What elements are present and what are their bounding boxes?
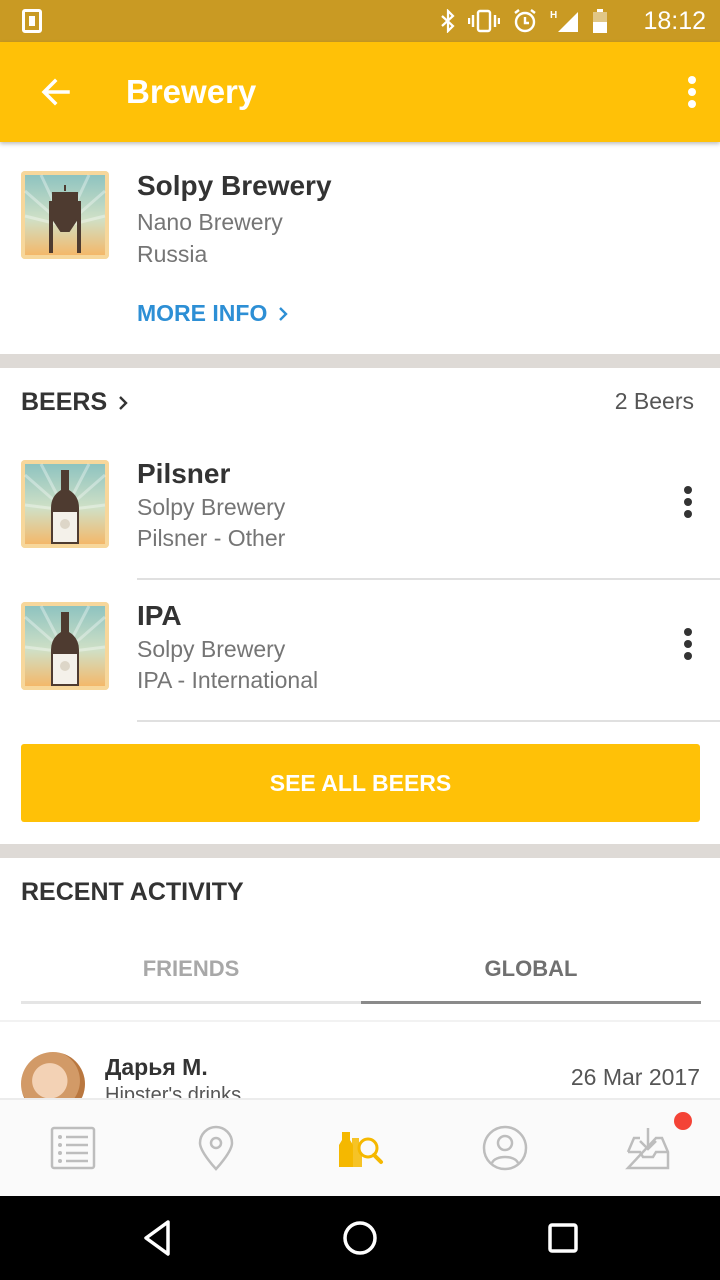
beer-name: IPA: [137, 600, 182, 631]
system-home-icon[interactable]: [338, 1216, 382, 1260]
brewery-logo: [21, 171, 109, 259]
beers-count: 2 Beers: [614, 388, 694, 414]
section-divider: [0, 844, 720, 858]
beer-label-image: [21, 460, 109, 548]
overflow-menu-icon[interactable]: [680, 72, 704, 112]
more-info-link[interactable]: MORE INFO: [137, 300, 289, 327]
signal-icon: H: [550, 10, 578, 32]
tab-global[interactable]: GLOBAL: [361, 936, 701, 1004]
svg-text:H: H: [550, 10, 557, 21]
back-arrow-icon[interactable]: [36, 72, 76, 112]
tabs-separator: [0, 1020, 720, 1022]
activity-date: 26 Mar 2017: [570, 1064, 700, 1090]
page-title: Brewery: [126, 73, 257, 110]
row-divider: [137, 720, 720, 722]
beer-search-icon[interactable]: [336, 1124, 384, 1172]
more-info-label: MORE INFO: [137, 300, 268, 326]
brewery-type: Nano Brewery: [137, 209, 283, 235]
beers-header-link[interactable]: BEERS: [21, 388, 129, 417]
status-bar: H 18:12: [0, 0, 720, 42]
recent-activity-section: RECENT ACTIVITY FRIENDS GLOBAL Дарья М. …: [0, 858, 720, 1116]
recent-activity-heading: RECENT ACTIVITY: [21, 878, 244, 906]
location-pin-icon[interactable]: [192, 1124, 240, 1172]
list-icon[interactable]: [49, 1124, 97, 1172]
bottom-navigation: [0, 1098, 720, 1196]
beer-overflow-menu-icon[interactable]: [678, 624, 698, 664]
beer-style: IPA - International: [137, 667, 319, 693]
beer-label-image: [21, 602, 109, 690]
clock: 18:12: [643, 7, 706, 35]
system-navigation-bar: [0, 1196, 720, 1280]
profile-icon[interactable]: [481, 1124, 529, 1172]
beer-name: Pilsner: [137, 458, 231, 489]
brewery-card: Solpy Brewery Nano Brewery Russia MORE I…: [0, 142, 720, 354]
beer-brewery: Solpy Brewery: [137, 494, 286, 520]
beers-header-label: BEERS: [21, 388, 108, 416]
beers-section: BEERS 2 Beers Pilsner Solpy Brewery Pils…: [0, 368, 720, 844]
brewery-country: Russia: [137, 241, 208, 267]
chevron-right-icon: [119, 395, 128, 410]
system-recents-icon[interactable]: [541, 1216, 585, 1260]
section-divider: [0, 354, 720, 368]
status-icons: H: [440, 8, 608, 34]
beer-style: Pilsner - Other: [137, 525, 286, 551]
beer-list-item[interactable]: Pilsner Solpy Brewery Pilsner - Other: [0, 438, 720, 580]
app-bar: Brewery: [0, 42, 720, 142]
see-all-beers-button[interactable]: SEE ALL BEERS: [21, 744, 700, 822]
brewery-name: Solpy Brewery: [137, 170, 332, 201]
vibrate-icon: [468, 9, 500, 33]
inbox-icon[interactable]: [624, 1124, 672, 1172]
beer-brewery: Solpy Brewery: [137, 636, 286, 662]
beer-list-item[interactable]: IPA Solpy Brewery IPA - International: [0, 580, 720, 722]
chevron-right-icon: [279, 306, 289, 321]
alarm-icon: [514, 9, 536, 33]
tab-friends[interactable]: FRIENDS: [21, 936, 361, 1004]
bluetooth-icon: [441, 9, 455, 33]
battery-icon: [593, 9, 607, 33]
activity-tabs: FRIENDS GLOBAL: [21, 936, 701, 1004]
system-back-icon[interactable]: [136, 1216, 180, 1260]
download-notification-icon: [22, 9, 42, 33]
activity-user-name[interactable]: Дарья М.: [105, 1054, 208, 1081]
beer-overflow-menu-icon[interactable]: [678, 482, 698, 522]
inbox-notification-badge: [674, 1112, 692, 1130]
